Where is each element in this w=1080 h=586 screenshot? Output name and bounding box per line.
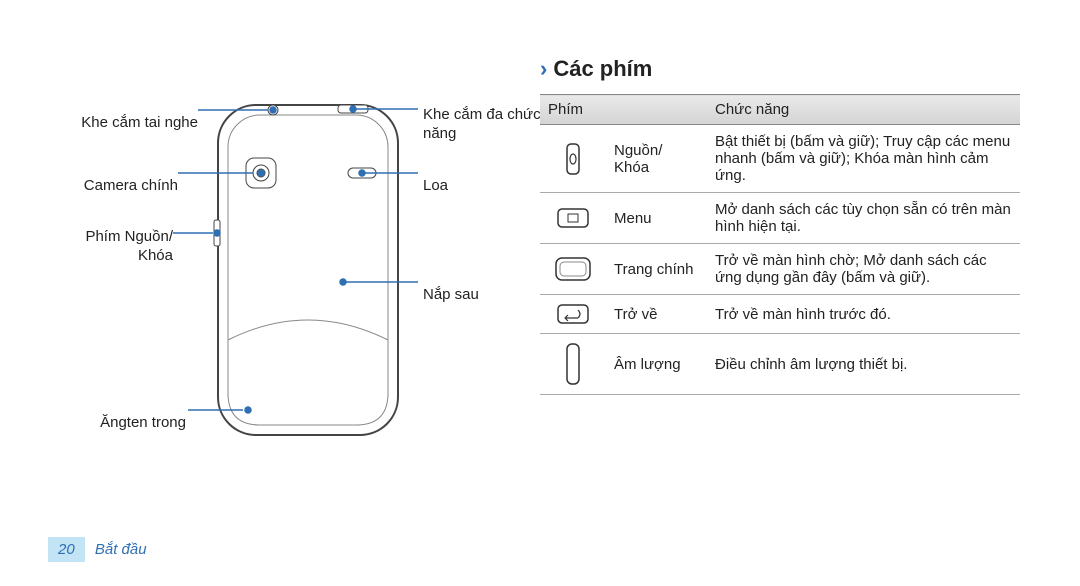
page-number: 20 — [48, 537, 85, 562]
home-key-icon — [540, 244, 606, 295]
label-multifunction-jack: Khe cắm đa chức năng — [423, 106, 553, 144]
key-func: Mở danh sách các tùy chọn sẵn có trên mà… — [707, 193, 1020, 244]
key-func: Điều chỉnh âm lượng thiết bị. — [707, 334, 1020, 395]
device-diagram: Khe cắm tai nghe Camera chính Phím Nguồn… — [48, 50, 518, 510]
key-name: Nguồn/ Khóa — [606, 125, 707, 193]
key-func: Bật thiết bị (bấm và giữ); Truy cập các … — [707, 125, 1020, 193]
col-key: Phím — [540, 95, 707, 125]
section-heading-text: Các phím — [553, 56, 652, 81]
table-header-row: Phím Chức năng — [540, 95, 1020, 125]
keys-table: Phím Chức năng Nguồn/ Khóa Bật thiết bị … — [540, 94, 1020, 395]
menu-key-icon — [540, 193, 606, 244]
key-func: Trở về màn hình chờ; Mở danh sách các ứn… — [707, 244, 1020, 295]
back-key-icon — [540, 295, 606, 334]
label-back-cover: Nắp sau — [423, 286, 523, 305]
key-func: Trở về màn hình trước đó. — [707, 295, 1020, 334]
table-row: Trở về Trở về màn hình trước đó. — [540, 295, 1020, 334]
table-row: Menu Mở danh sách các tùy chọn sẵn có tr… — [540, 193, 1020, 244]
chevron-right-icon: › — [540, 56, 547, 81]
table-row: Âm lượng Điều chỉnh âm lượng thiết bị. — [540, 334, 1020, 395]
key-name: Trang chính — [606, 244, 707, 295]
label-headphone-jack: Khe cắm tai nghe — [48, 114, 198, 133]
col-func: Chức năng — [707, 95, 1020, 125]
volume-key-icon — [540, 334, 606, 395]
page-footer: 20 Bắt đầu — [48, 537, 147, 562]
table-row: Trang chính Trở về màn hình chờ; Mở danh… — [540, 244, 1020, 295]
table-row: Nguồn/ Khóa Bật thiết bị (bấm và giữ); T… — [540, 125, 1020, 193]
label-internal-antenna: Ăngten trong — [48, 414, 186, 433]
section-name: Bắt đầu — [95, 541, 147, 558]
power-key-icon — [540, 125, 606, 193]
manual-page: Khe cắm tai nghe Camera chính Phím Nguồn… — [0, 0, 1080, 586]
key-name: Trở về — [606, 295, 707, 334]
label-main-camera: Camera chính — [48, 177, 178, 196]
keys-section: ›Các phím Phím Chức năng Nguồn/ Khóa Bật… — [540, 50, 1020, 395]
label-speaker: Loa — [423, 177, 523, 196]
key-name: Âm lượng — [606, 334, 707, 395]
section-heading: ›Các phím — [540, 56, 1020, 82]
label-power-key: Phím Nguồn/ Khóa — [48, 228, 173, 266]
key-name: Menu — [606, 193, 707, 244]
